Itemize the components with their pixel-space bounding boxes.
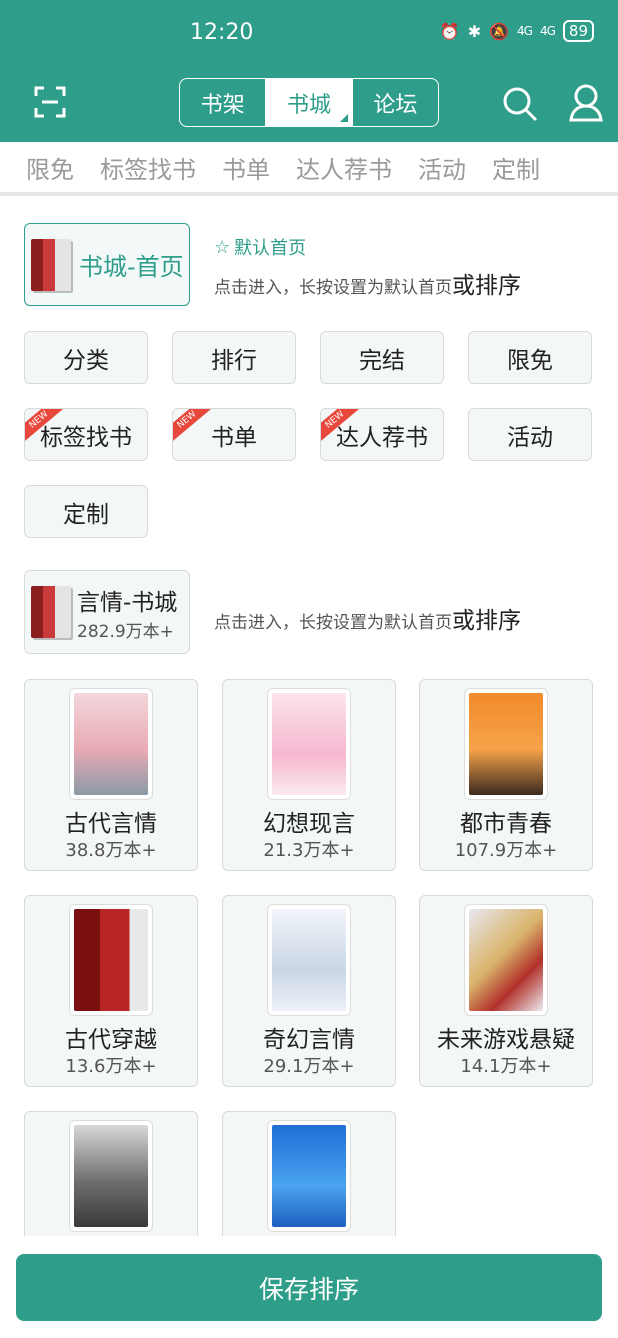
chip-custom[interactable]: 定制 [24, 485, 148, 538]
hint-main: 点击进入，长按设置为默认首页 [214, 278, 452, 298]
chip-ranking[interactable]: 排行 [172, 331, 296, 384]
chip-activity[interactable]: 活动 [468, 408, 592, 461]
chip-label: 分类 [63, 347, 109, 374]
chip-label: 书单 [211, 424, 257, 451]
book-cover [267, 688, 351, 800]
mute-icon: 🔕 [489, 21, 510, 41]
chip-label: 达人荐书 [336, 424, 428, 451]
tab-bookshelf[interactable]: 书架 [180, 79, 265, 126]
book-thumbnail [31, 586, 71, 638]
signal-1-icon: 4G [517, 24, 533, 38]
bluetooth-icon: ✱ [467, 21, 482, 41]
subnav-item[interactable]: 活动 [418, 150, 466, 185]
category-card[interactable]: 奇幻言情 29.1万本+ [222, 895, 396, 1087]
category-count: 29.1万本+ [263, 1056, 355, 1077]
default-home-label: 默认首页 [234, 238, 307, 259]
search-icon[interactable] [502, 86, 538, 122]
category-card[interactable]: 未来游戏悬疑 14.1万本+ [419, 895, 593, 1087]
chip-expert-picks[interactable]: NEW 达人荐书 [320, 408, 444, 461]
book-cover [464, 688, 548, 800]
category-name: 古代言情 [65, 811, 157, 837]
romance-store-title: 言情-书城 [77, 589, 178, 616]
scan-icon[interactable] [34, 86, 66, 118]
signal-2-icon: 4G [539, 24, 556, 38]
romance-store-count: 282.9万本+ [77, 621, 174, 642]
category-name: 幻想现言 [263, 811, 355, 837]
subnav-item[interactable]: 书单 [222, 150, 270, 185]
book-cover [69, 1120, 153, 1232]
category-count: 21.3万本+ [263, 840, 355, 861]
chip-label: 完结 [359, 347, 405, 374]
subnav-item[interactable]: 定制 [492, 150, 540, 185]
default-home-tag: ☆ 默认首页 [214, 234, 306, 260]
category-count: 13.6万本+ [65, 1056, 157, 1077]
subnav-item[interactable]: 达人荐书 [296, 150, 392, 185]
chip-label: 定制 [63, 501, 109, 528]
chip-label: 活动 [507, 424, 553, 451]
chip-label: 排行 [211, 347, 257, 374]
chip-free[interactable]: 限免 [468, 331, 592, 384]
chip-category[interactable]: 分类 [24, 331, 148, 384]
book-cover [464, 904, 548, 1016]
hint-main: 点击进入，长按设置为默认首页 [214, 613, 452, 633]
alarm-icon: ⏰ [439, 21, 460, 41]
category-card[interactable]: 都市青春 107.9万本+ [419, 679, 593, 871]
user-icon[interactable] [568, 82, 604, 122]
chip-label: 标签找书 [40, 424, 132, 451]
category-name: 奇幻言情 [263, 1027, 355, 1053]
new-badge: NEW [173, 409, 213, 444]
hint-bold: 或排序 [452, 608, 521, 634]
hint-text: 点击进入，长按设置为默认首页或排序 [214, 266, 521, 300]
app-header: 12:20 ⏰ ✱ 🔕 4G 4G 89 书架 书城 论坛 [0, 0, 618, 142]
subnav-item[interactable]: 限免 [26, 150, 74, 185]
chip-finished[interactable]: 完结 [320, 331, 444, 384]
category-count: 38.8万本+ [65, 840, 157, 861]
book-thumbnail [31, 238, 71, 291]
status-icons: ⏰ ✱ 🔕 4G 4G 89 [440, 20, 594, 42]
main-tabs: 书架 书城 论坛 [179, 78, 439, 127]
battery-icon: 89 [562, 20, 594, 42]
book-cover [69, 904, 153, 1016]
category-card[interactable]: 幻想现言 21.3万本+ [222, 679, 396, 871]
category-card[interactable]: 古代穿越 13.6万本+ [24, 895, 198, 1087]
chip-label: 限免 [507, 347, 553, 374]
book-cover [267, 1120, 351, 1232]
tab-bookstore[interactable]: 书城 [265, 79, 352, 126]
book-cover [267, 904, 351, 1016]
sub-nav: 限免 标签找书 书单 达人荐书 活动 定制 [0, 142, 618, 196]
book-cover [69, 688, 153, 800]
category-count: 14.1万本+ [460, 1056, 552, 1077]
subnav-item[interactable]: 标签找书 [100, 150, 196, 185]
star-icon: ☆ [214, 236, 231, 258]
category-name: 古代穿越 [65, 1027, 157, 1053]
status-time: 12:20 [190, 20, 254, 45]
category-name: 都市青春 [460, 811, 552, 837]
romance-store-card[interactable]: 言情-书城 282.9万本+ [24, 570, 190, 654]
category-name: 未来游戏悬疑 [437, 1027, 575, 1053]
save-order-button[interactable]: 保存排序 [16, 1254, 602, 1321]
bookstore-home-card[interactable]: 书城-首页 [24, 223, 190, 306]
category-count: 107.9万本+ [454, 840, 558, 861]
category-card[interactable]: 古代言情 38.8万本+ [24, 679, 198, 871]
hint-text: 点击进入，长按设置为默认首页或排序 [214, 601, 521, 635]
home-card-label: 书城-首页 [79, 253, 184, 281]
hint-bold: 或排序 [452, 273, 521, 299]
chip-booklist[interactable]: NEW 书单 [172, 408, 296, 461]
tab-forum[interactable]: 论坛 [351, 79, 438, 126]
chip-tag-search[interactable]: NEW 标签找书 [24, 408, 148, 461]
